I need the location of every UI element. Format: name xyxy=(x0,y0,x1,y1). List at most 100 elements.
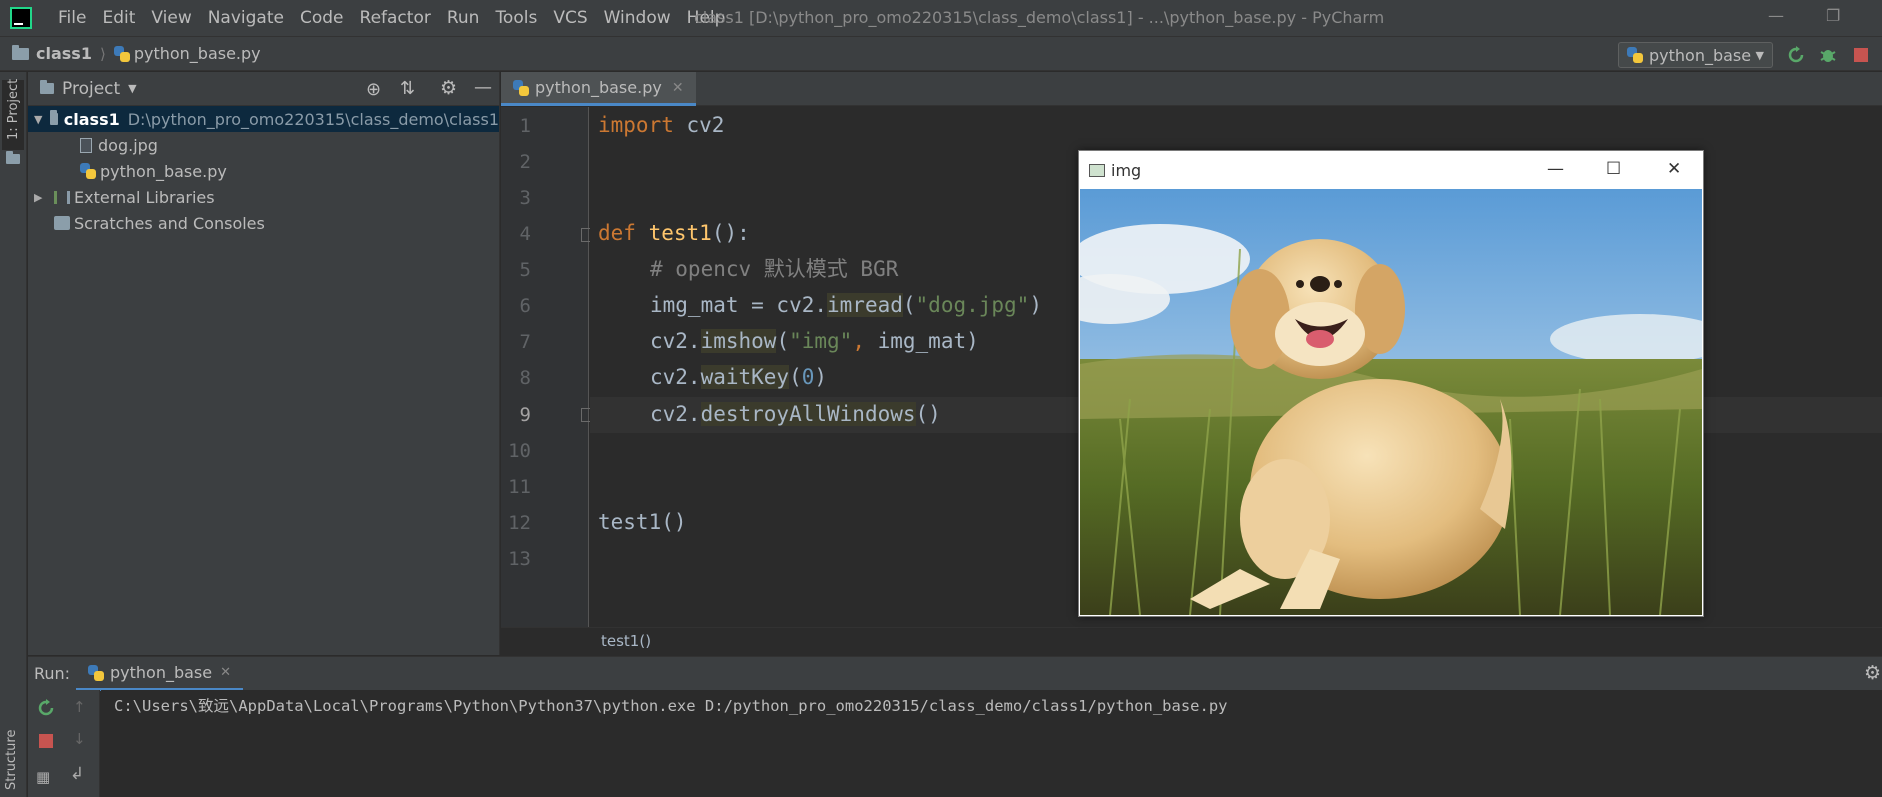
project-tool-button[interactable]: 1: Project xyxy=(2,78,24,150)
breadcrumb-separator-icon: ⟩ xyxy=(99,44,106,63)
library-icon xyxy=(54,190,70,204)
structure-tool-label[interactable]: Structure xyxy=(4,730,19,790)
code-line: cv2.destroyAllWindows() xyxy=(650,402,941,426)
root-folder-name: class1 xyxy=(63,109,120,129)
menu-file[interactable]: File xyxy=(50,8,94,28)
line-number: 3 xyxy=(519,187,531,209)
project-tool-label: 1: Project xyxy=(6,78,21,140)
stop-icon[interactable] xyxy=(37,732,55,750)
run-tab-label: python_base xyxy=(110,663,213,682)
project-folder-icon xyxy=(6,151,20,164)
tree-row-scratches[interactable]: Scratches and Consoles xyxy=(28,210,499,236)
line-number: 5 xyxy=(519,259,531,281)
restore-icon[interactable]: ❐ xyxy=(1826,6,1840,25)
scratches-label: Scratches and Consoles xyxy=(74,213,265,233)
debug-icon[interactable] xyxy=(1819,46,1837,64)
expanded-arrow-icon[interactable]: ▼ xyxy=(34,113,42,126)
collapsed-arrow-icon[interactable]: ▶ xyxy=(34,191,46,204)
menu-code[interactable]: Code xyxy=(292,8,352,28)
scratches-icon xyxy=(54,216,70,230)
locate-icon[interactable]: ⊕ xyxy=(366,79,381,100)
collapse-all-icon[interactable]: ⇅ xyxy=(400,78,415,99)
image-window-title: img xyxy=(1111,160,1142,180)
python-file-icon xyxy=(113,45,130,62)
code-line: test1() xyxy=(598,510,687,534)
console-command-line: C:\Users\致远\AppData\Local\Programs\Pytho… xyxy=(114,697,1228,715)
chevron-down-icon[interactable]: ▼ xyxy=(128,82,136,95)
run-label: Run: xyxy=(34,664,71,683)
maximize-icon[interactable]: ☐ xyxy=(1606,159,1621,179)
hide-panel-icon[interactable]: — xyxy=(474,77,492,98)
menu-tools[interactable]: Tools xyxy=(487,8,545,28)
line-number: 11 xyxy=(508,476,531,498)
rerun-icon[interactable] xyxy=(37,699,55,717)
tree-row-file[interactable]: dog.jpg xyxy=(28,132,499,158)
tab-label: python_base.py xyxy=(535,78,662,97)
run-config-label: python_base xyxy=(1649,45,1752,65)
left-tool-strip: 1: Project xyxy=(0,72,27,797)
menu-vcs[interactable]: VCS xyxy=(545,8,595,28)
image-window-titlebar[interactable]: img — ☐ ✕ xyxy=(1079,151,1703,189)
menu-window[interactable]: Window xyxy=(596,8,679,28)
editor-tab-bar: python_base.py ✕ xyxy=(501,72,1882,106)
menu-refactor[interactable]: Refactor xyxy=(352,8,439,28)
code-line: import cv2 xyxy=(598,113,725,137)
python-config-icon xyxy=(1627,47,1643,63)
minimize-icon[interactable]: — xyxy=(1547,159,1564,179)
code-breadcrumb[interactable]: test1() xyxy=(501,627,1882,655)
gear-icon[interactable]: ⚙ xyxy=(440,77,457,99)
python-config-icon xyxy=(88,664,104,681)
code-line: cv2.imshow("img", img_mat) xyxy=(650,329,979,353)
run-console[interactable]: C:\Users\致远\AppData\Local\Programs\Pytho… xyxy=(101,690,1882,797)
image-file-icon xyxy=(80,137,92,153)
soft-wrap-icon[interactable]: ↲ xyxy=(70,764,84,784)
rerun-icon[interactable] xyxy=(1787,46,1805,64)
tree-row-file[interactable]: python_base.py xyxy=(28,158,499,184)
gear-icon[interactable]: ⚙ xyxy=(1864,662,1881,684)
stop-icon[interactable] xyxy=(1852,46,1870,64)
code-line: # opencv 默认模式 BGR xyxy=(650,257,899,281)
pycharm-logo-icon xyxy=(10,7,32,29)
menu-edit[interactable]: Edit xyxy=(94,8,143,28)
run-configuration-select[interactable]: python_base ▼ xyxy=(1618,42,1773,68)
tree-row-external-libraries[interactable]: ▶ External Libraries xyxy=(28,184,499,210)
window-app-icon xyxy=(1089,163,1105,177)
folder-icon xyxy=(12,44,29,60)
menu-view[interactable]: View xyxy=(143,8,199,28)
project-panel: Project ▼ ⊕ ⇅ ⚙ — ▼ class1 D:\python_pro… xyxy=(28,72,500,655)
line-number: 10 xyxy=(508,440,531,462)
arrow-up-icon[interactable]: ↑ xyxy=(73,698,86,716)
run-tab-python-base[interactable]: python_base ✕ xyxy=(76,657,244,691)
menu-run[interactable]: Run xyxy=(439,8,488,28)
layout-icon[interactable]: ▦ xyxy=(36,768,50,786)
dog-photo xyxy=(1080,189,1702,615)
close-icon[interactable]: ✕ xyxy=(1667,159,1681,179)
minimize-icon[interactable]: — xyxy=(1768,6,1784,25)
navigation-bar: class1 ⟩ python_base.py python_base ▼ xyxy=(0,36,1882,71)
run-toolbar: ▦ ↑ ↓ ↲ xyxy=(28,690,100,797)
menu-bar: File Edit View Navigate Code Refactor Ru… xyxy=(0,0,1882,36)
code-line: img_mat = cv2.imread("dog.jpg") xyxy=(650,293,1042,317)
python-file-icon xyxy=(80,163,96,179)
project-title[interactable]: Project xyxy=(62,79,120,99)
arrow-down-icon[interactable]: ↓ xyxy=(73,730,86,748)
image-window[interactable]: img — ☐ ✕ xyxy=(1078,150,1704,617)
close-icon[interactable]: ✕ xyxy=(220,665,231,680)
file-name: python_base.py xyxy=(100,161,227,181)
close-icon[interactable]: ✕ xyxy=(672,80,684,96)
menu-navigate[interactable]: Navigate xyxy=(200,8,292,28)
line-number-gutter: 1 2 3 4 5 6 7 8 9 10 11 12 13 xyxy=(501,107,589,627)
line-number: 13 xyxy=(508,548,531,570)
root-folder-path: D:\python_pro_omo220315\class_demo\class… xyxy=(127,109,499,129)
tab-python-base[interactable]: python_base.py ✕ xyxy=(501,72,696,106)
line-number: 7 xyxy=(519,331,531,353)
line-number: 8 xyxy=(519,367,531,389)
folder-icon xyxy=(50,110,58,125)
breadcrumb-project[interactable]: class1 xyxy=(36,44,92,63)
file-name: dog.jpg xyxy=(98,135,158,155)
line-number: 6 xyxy=(519,295,531,317)
tree-row-root[interactable]: ▼ class1 D:\python_pro_omo220315\class_d… xyxy=(28,106,499,132)
breadcrumb-file[interactable]: python_base.py xyxy=(134,44,261,63)
window-title: class1 [D:\python_pro_omo220315\class_de… xyxy=(694,8,1385,27)
code-line: cv2.waitKey(0) xyxy=(650,365,828,389)
